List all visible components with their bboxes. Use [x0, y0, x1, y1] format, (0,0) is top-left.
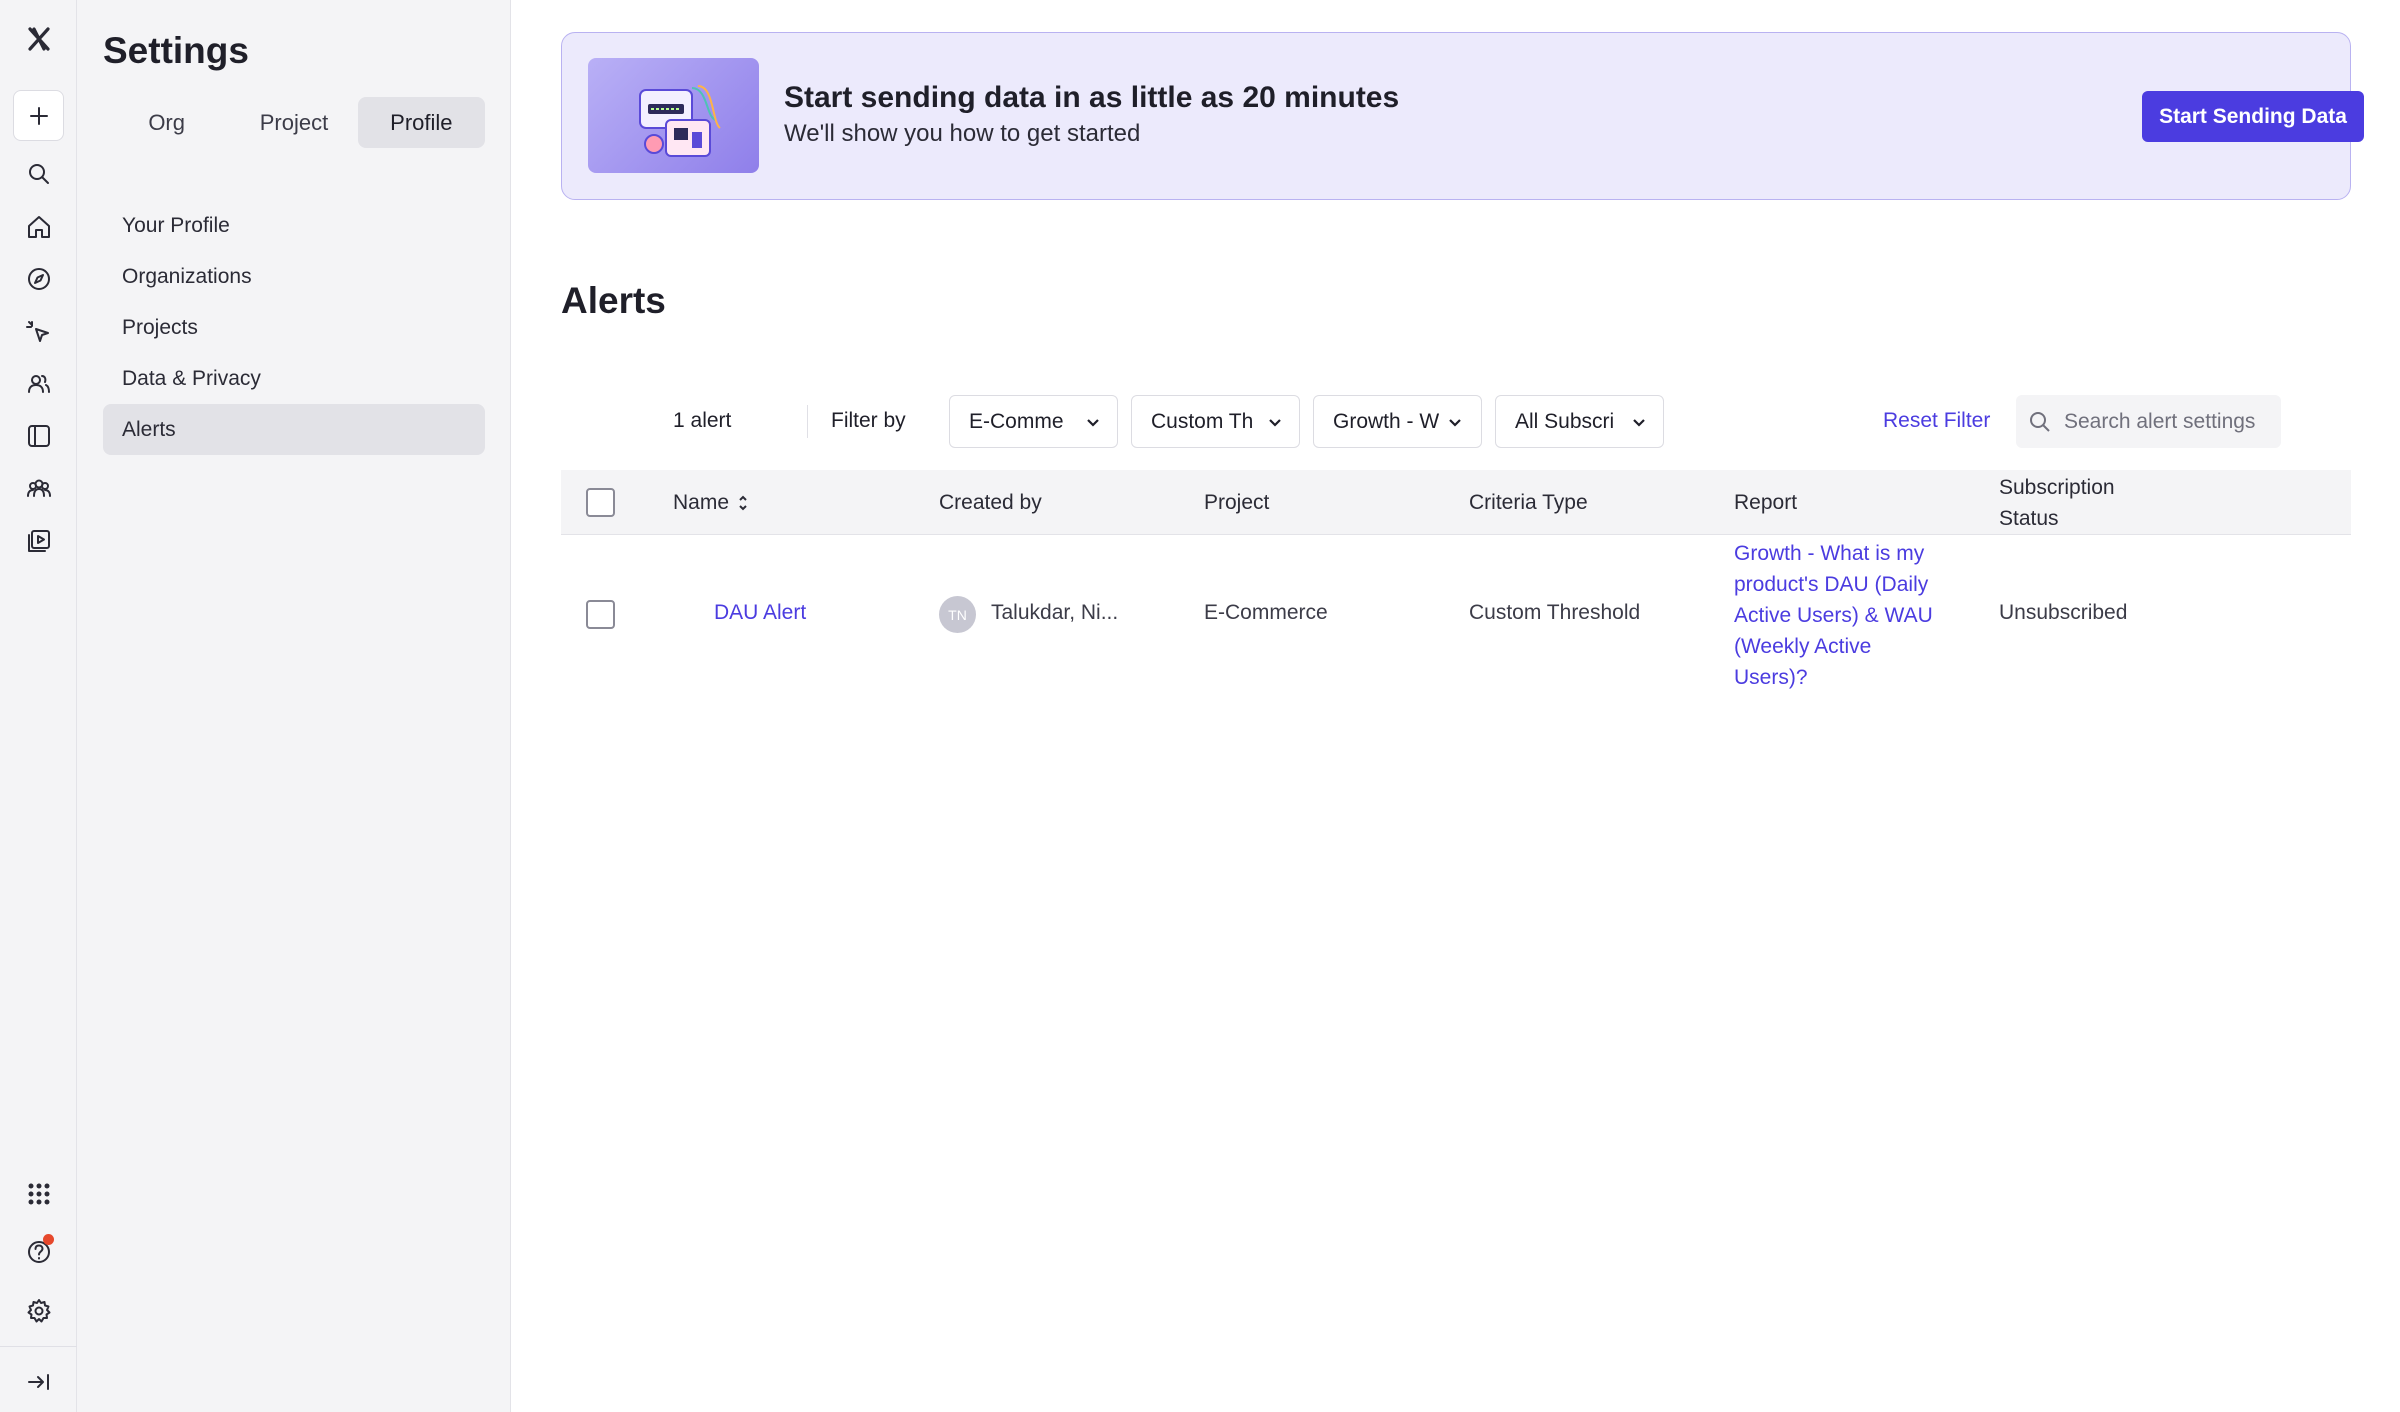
create-button[interactable] — [13, 90, 64, 141]
report-link[interactable]: Growth - What is my product's DAU (Daily… — [1734, 538, 1934, 693]
column-header-subscription-status: Subscription Status — [1999, 470, 2115, 535]
chevron-down-icon — [1449, 418, 1461, 427]
alerts-table: Name Created by Project Criteria Type Re… — [561, 470, 2351, 695]
search-icon — [2030, 411, 2050, 432]
nav-item-data-privacy[interactable]: Data & Privacy — [103, 353, 485, 404]
logo-icon[interactable] — [13, 13, 64, 64]
column-header-criteria-type: Criteria Type — [1469, 490, 1588, 514]
cohorts-icon[interactable] — [13, 463, 64, 514]
replay-icon[interactable] — [13, 515, 64, 566]
nav-item-your-profile[interactable]: Your Profile — [103, 200, 485, 251]
banner-subtext: We'll show you how to get started — [784, 120, 1141, 147]
created-by-name: Talukdar, Ni... — [991, 601, 1119, 624]
page-title: Alerts — [561, 280, 666, 321]
report-filter-dropdown[interactable]: Growth - W — [1313, 395, 1482, 448]
banner-headline: Start sending data in as little as 20 mi… — [784, 81, 1400, 114]
apps-grid-icon[interactable] — [13, 1168, 64, 1219]
search-icon[interactable] — [13, 148, 64, 199]
avatar: TN — [939, 596, 976, 633]
filter-by-label: Filter by — [831, 409, 906, 432]
row-checkbox[interactable] — [586, 600, 615, 629]
click-cursor-icon[interactable] — [13, 306, 64, 357]
main-content: Start sending data in as little as 20 mi… — [511, 0, 2400, 1412]
gear-icon[interactable] — [13, 1285, 64, 1336]
icon-rail — [0, 0, 77, 1412]
chevron-down-icon — [1087, 418, 1099, 427]
search-input[interactable] — [2064, 409, 2274, 434]
nav-item-organizations[interactable]: Organizations — [103, 251, 485, 302]
column-header-created-by: Created by — [939, 490, 1042, 514]
settings-scope-tabs: Org Project Profile — [103, 97, 485, 148]
compass-icon[interactable] — [13, 253, 64, 304]
onboarding-banner: Start sending data in as little as 20 mi… — [561, 32, 2364, 200]
rail-divider — [0, 1346, 77, 1347]
column-header-subscription-line2: Status — [1999, 506, 2059, 530]
nav-item-projects[interactable]: Projects — [103, 302, 485, 353]
chevron-down-icon — [1269, 418, 1281, 427]
notification-dot — [43, 1234, 54, 1245]
chevron-down-icon — [1633, 418, 1645, 427]
users-icon[interactable] — [13, 358, 64, 409]
table-header: Name Created by Project Criteria Type Re… — [561, 470, 2351, 535]
report-filter-value: Growth - W — [1333, 409, 1439, 433]
help-icon[interactable] — [13, 1226, 64, 1277]
column-header-subscription-line1: Subscription — [1999, 475, 2115, 499]
home-icon[interactable] — [13, 201, 64, 252]
banner-illustration — [588, 58, 759, 173]
criteria-type-value: Custom Threshold — [1469, 601, 1641, 624]
collapse-sidebar-icon[interactable] — [13, 1356, 64, 1407]
settings-nav: Your Profile Organizations Projects Data… — [103, 200, 485, 455]
alert-count: 1 alert — [673, 409, 732, 432]
select-all-checkbox[interactable] — [586, 488, 615, 517]
start-sending-data-button[interactable]: Start Sending Data — [2142, 91, 2364, 142]
criteria-filter-dropdown[interactable]: Custom Th — [1131, 395, 1300, 448]
alert-name-link[interactable]: DAU Alert — [714, 601, 806, 625]
subscription-filter-dropdown[interactable]: All Subscri — [1495, 395, 1664, 448]
criteria-filter-value: Custom Th — [1151, 409, 1254, 433]
column-header-name[interactable]: Name — [673, 470, 749, 535]
boards-icon[interactable] — [13, 410, 64, 461]
toolbar-divider — [807, 405, 808, 438]
subscription-status-value: Unsubscribed — [1999, 601, 2128, 624]
project-filter-value: E-Comme — [969, 409, 1064, 433]
alerts-toolbar: 1 alert Filter by E-Comme Custom Th Grow… — [561, 395, 2351, 448]
column-header-report: Report — [1734, 490, 1798, 514]
sort-icon[interactable] — [737, 494, 749, 512]
column-header-name-label: Name — [673, 490, 730, 514]
subscription-filter-value: All Subscri — [1515, 409, 1615, 433]
tab-project[interactable]: Project — [230, 97, 357, 148]
tab-org[interactable]: Org — [103, 97, 230, 148]
reset-filter-link[interactable]: Reset Filter — [1883, 409, 1990, 433]
table-row: DAU Alert TN Talukdar, Ni... E-Commerce … — [561, 535, 2351, 695]
nav-item-alerts[interactable]: Alerts — [103, 404, 485, 455]
project-filter-dropdown[interactable]: E-Comme — [949, 395, 1118, 448]
tab-profile[interactable]: Profile — [357, 97, 485, 148]
settings-panel: Settings Org Project Profile Your Profil… — [77, 0, 511, 1412]
settings-title: Settings — [103, 30, 249, 71]
column-header-project: Project — [1204, 490, 1270, 514]
search-box — [2016, 395, 2281, 448]
project-name: E-Commerce — [1204, 601, 1328, 624]
